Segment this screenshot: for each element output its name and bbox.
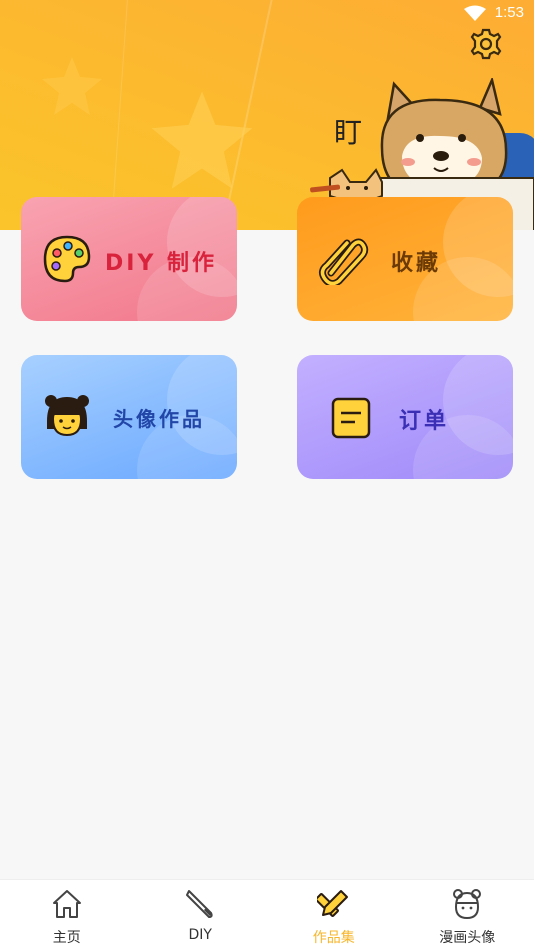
tab-label: 漫画头像	[439, 930, 496, 946]
pencil-ruler-icon	[316, 890, 348, 917]
gear-icon[interactable]	[468, 26, 504, 62]
favorites-card[interactable]: 收藏	[297, 197, 513, 321]
diy-make-card[interactable]: DIY 制作	[21, 197, 237, 321]
tab-comic-avatar[interactable]: 漫画头像	[401, 880, 534, 949]
star-icon	[151, 91, 253, 189]
card-label: DIY 制作	[105, 251, 218, 276]
mascot-caption: 盯	[334, 116, 362, 149]
avatar-face-icon	[453, 889, 482, 920]
tab-label: DIY	[188, 927, 212, 943]
cartoon-girl-icon	[45, 395, 89, 437]
tab-diy[interactable]: DIY	[134, 880, 268, 949]
note-icon	[331, 397, 371, 439]
card-label: 订单	[399, 409, 450, 434]
star-icon	[42, 57, 102, 115]
brush-icon	[186, 890, 213, 918]
tab-works[interactable]: 作品集	[267, 880, 401, 949]
wifi-icon	[464, 5, 486, 21]
orders-card[interactable]: 订单	[297, 355, 513, 479]
tab-label: 主页	[52, 930, 81, 946]
status-bar: 1:53	[0, 0, 534, 28]
tab-label: 作品集	[312, 930, 355, 946]
bottom-tab-bar: 主页 DIY 作品集 漫画头像	[0, 879, 534, 949]
status-time: 1:53	[494, 4, 524, 21]
tab-home[interactable]: 主页	[0, 880, 134, 949]
content-background	[0, 230, 534, 880]
palette-icon	[43, 235, 91, 283]
paperclip-icon	[318, 238, 369, 285]
card-label: 头像作品	[113, 407, 205, 431]
avatar-works-card[interactable]: 头像作品	[21, 355, 237, 479]
card-label: 收藏	[391, 251, 442, 276]
home-icon	[52, 890, 81, 918]
